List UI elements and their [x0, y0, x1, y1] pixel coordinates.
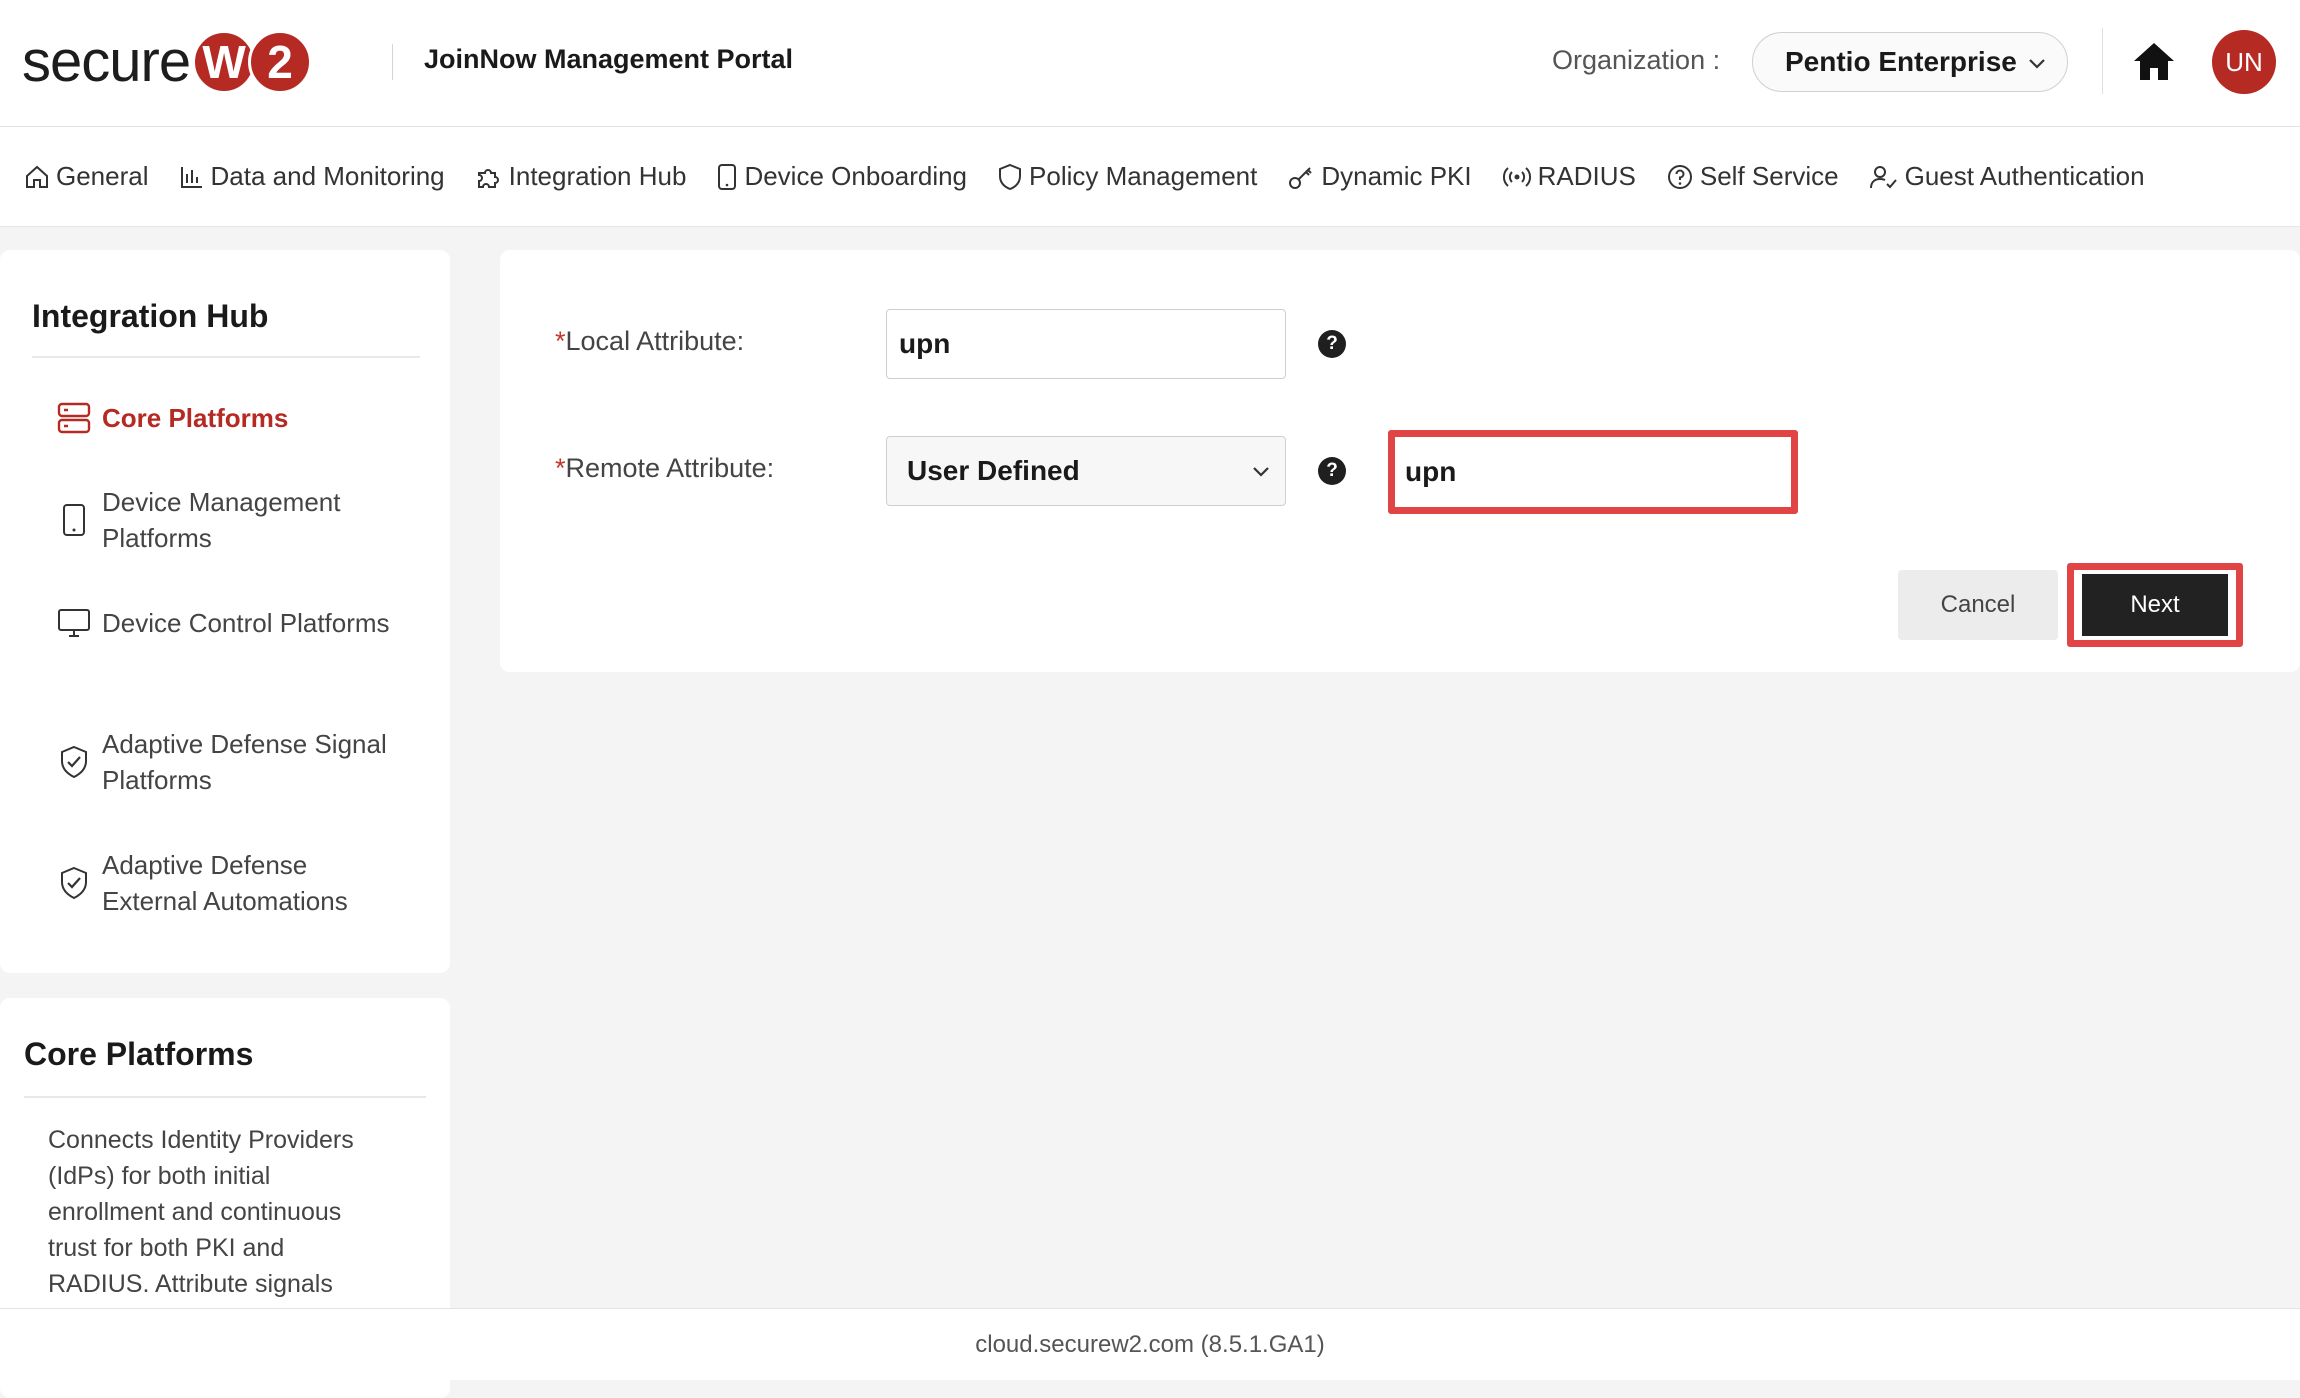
nav-item-label: RADIUS — [1537, 161, 1636, 191]
nav-item-device-onboarding[interactable]: Device Onboarding — [716, 161, 967, 192]
nav-item-general[interactable]: General — [24, 161, 149, 192]
nav-item-label: Policy Management — [1029, 161, 1258, 191]
cancel-button[interactable]: Cancel — [1898, 570, 2058, 640]
portal-title: JoinNow Management Portal — [424, 44, 794, 74]
attribute-mapping-form: *Local Attribute: upn ? *Remote Attribut… — [500, 250, 2300, 672]
integration-hub-sidebar: Integration Hub Core Platforms Device Ma… — [0, 250, 450, 973]
local-attribute-help-icon[interactable]: ? — [1318, 330, 1346, 358]
organization-value: Pentio Enterprise — [1785, 46, 2017, 77]
nav-item-label: Device Onboarding — [744, 161, 968, 191]
remote-attribute-select-value: User Defined — [907, 455, 1080, 486]
home-icon[interactable] — [2132, 40, 2176, 82]
sidebar-divider — [32, 356, 420, 358]
organization-label: Organization : — [1552, 45, 1721, 75]
key-icon — [1289, 166, 1313, 189]
local-attribute-input[interactable]: upn — [886, 309, 1286, 379]
securew2-logo[interactable]: secure W 2 — [22, 28, 313, 96]
logo-badge-2: 2 — [248, 30, 313, 94]
nav-item-policy-management[interactable]: Policy Management — [997, 161, 1257, 192]
sidebar-item-label: Adaptive Defense External Automations — [102, 850, 348, 916]
shield-icon — [999, 163, 1022, 190]
chevron-down-icon — [2029, 59, 2045, 69]
nav-item-label: General — [56, 161, 149, 191]
nav-item-integration-hub[interactable]: Integration Hub — [475, 161, 687, 192]
remote-attribute-help-icon[interactable]: ? — [1318, 457, 1346, 485]
logo-text: secure — [22, 29, 191, 94]
phone-icon — [718, 163, 737, 190]
puzzle-icon — [477, 168, 499, 188]
sidebar-title: Integration Hub — [32, 298, 269, 334]
nav-item-label: Guest Authentication — [1904, 161, 2145, 191]
sidebar-item-device-control[interactable]: Device Control Platforms — [56, 605, 402, 641]
shield-check-icon — [61, 745, 87, 779]
sidebar-item-label: Device Control Platforms — [102, 608, 390, 638]
nav-item-label: Data and Monitoring — [210, 161, 445, 191]
server-icon — [57, 402, 91, 434]
home-outline-icon — [26, 165, 48, 188]
info-title: Core Platforms — [24, 1036, 254, 1072]
remote-attribute-custom-value: upn — [1405, 456, 1457, 487]
footer: cloud.securew2.com (8.5.1.GA1) — [0, 1308, 2300, 1380]
sidebar-item-core-platforms[interactable]: Core Platforms — [56, 400, 402, 436]
user-check-icon — [1869, 165, 1897, 188]
nav-item-radius[interactable]: RADIUS — [1502, 161, 1636, 192]
nav-item-self-service[interactable]: Self Service — [1666, 161, 1839, 192]
nav-item-label: Dynamic PKI — [1321, 161, 1472, 191]
nav-item-label: Integration Hub — [508, 161, 687, 191]
nav-item-dynamic-pki[interactable]: Dynamic PKI — [1287, 161, 1472, 192]
question-circle-icon — [1667, 164, 1692, 189]
nav-item-label: Self Service — [1699, 161, 1839, 191]
local-attribute-value: upn — [899, 328, 951, 359]
sidebar-item-label: Device Management Platforms — [102, 487, 341, 553]
sidebar-item-adaptive-defense-external[interactable]: Adaptive Defense External Automations — [56, 847, 402, 919]
bar-chart-icon — [180, 166, 202, 188]
nav-item-data-monitoring[interactable]: Data and Monitoring — [179, 161, 445, 192]
local-attribute-label: *Local Attribute: — [555, 326, 744, 357]
required-mark: * — [555, 453, 566, 483]
monitor-icon — [58, 609, 90, 637]
avatar[interactable]: UN — [2212, 30, 2276, 94]
remote-attribute-select[interactable]: User Defined — [886, 436, 1286, 506]
footer-version: cloud.securew2.com (8.5.1.GA1) — [975, 1330, 1325, 1358]
main-nav: General Data and Monitoring Integration … — [0, 127, 2300, 227]
broadcast-icon — [1502, 166, 1531, 187]
remote-attribute-label-text: Remote Attribute: — [565, 453, 775, 483]
sidebar-item-adaptive-defense-signal[interactable]: Adaptive Defense Signal Platforms — [56, 726, 402, 798]
top-header: secure W 2 JoinNow Management Portal Org… — [0, 0, 2300, 127]
remote-attribute-label: *Remote Attribute: — [555, 453, 774, 484]
logo-badge: W 2 — [192, 30, 313, 94]
sidebar-item-label: Adaptive Defense Signal Platforms — [102, 729, 387, 795]
required-mark: * — [555, 326, 566, 356]
organization-select[interactable]: Pentio Enterprise — [1752, 32, 2068, 92]
next-button[interactable]: Next — [2082, 574, 2228, 636]
shield-check-icon — [61, 866, 87, 900]
remote-attribute-value-input[interactable]: upn — [1395, 437, 1791, 507]
header-divider — [392, 44, 393, 80]
header-divider-right — [2102, 28, 2103, 94]
info-divider — [24, 1096, 426, 1098]
logo-badge-w: W — [192, 30, 257, 94]
phone-icon — [63, 504, 85, 536]
sidebar-item-label: Core Platforms — [102, 403, 289, 433]
sidebar-item-device-management[interactable]: Device Management Platforms — [56, 484, 402, 556]
chevron-down-icon — [1253, 467, 1269, 477]
local-attribute-label-text: Local Attribute: — [565, 326, 745, 356]
info-description: Connects Identity Providers (IdPs) for b… — [48, 1126, 354, 1298]
nav-item-guest-authentication[interactable]: Guest Authentication — [1869, 161, 2145, 192]
